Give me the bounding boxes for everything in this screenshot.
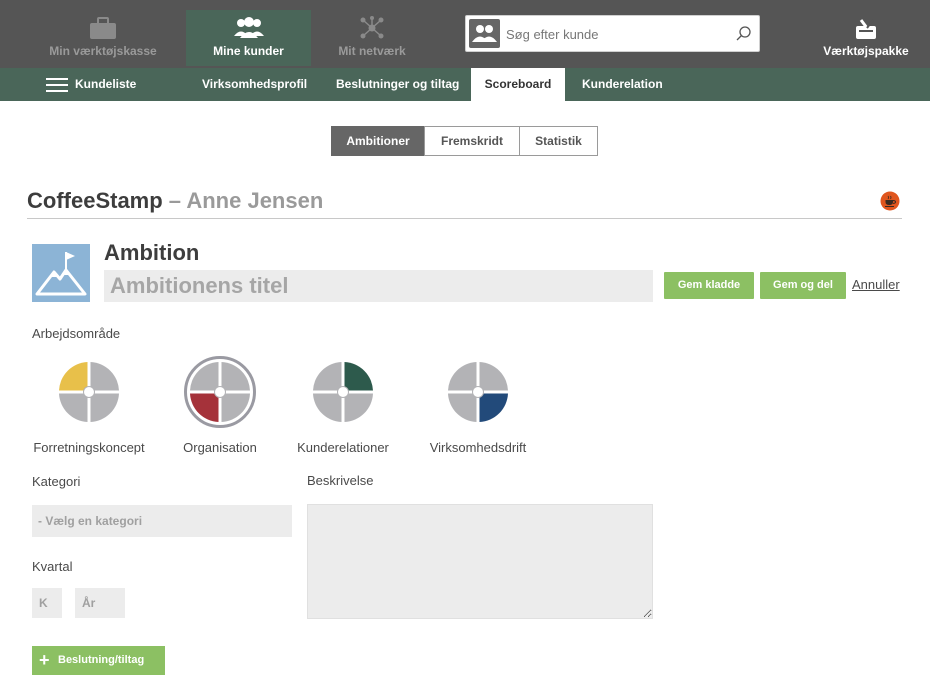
search-icon[interactable] <box>735 25 753 43</box>
work-area-name: Organisation <box>183 440 257 455</box>
customer-sub-navigation: Kundeliste Virksomhedsprofil Beslutninge… <box>0 68 930 101</box>
category-label: Kategori <box>32 474 81 489</box>
work-area-name: Forretningskoncept <box>33 440 145 455</box>
nav-my-toolbox[interactable]: Min værktøjskasse <box>36 10 170 66</box>
save-and-share-button[interactable]: Gem og del <box>760 272 846 299</box>
title-separator: – <box>162 188 187 213</box>
subnav-customer-list[interactable]: Kundeliste <box>46 68 136 101</box>
subnav-customer-list-label: Kundeliste <box>75 77 137 91</box>
tab-progress[interactable]: Fremskridt <box>424 126 520 156</box>
subnav-decisions[interactable]: Beslutninger og tiltag <box>336 68 459 101</box>
add-decision-button[interactable]: + Beslutning/tiltag <box>32 646 165 675</box>
nav-my-customers-label: Mine kunder <box>213 44 284 58</box>
toolkit-icon <box>856 19 876 39</box>
tab-statistics[interactable]: Statistik <box>519 126 598 156</box>
work-area-name: Virksomhedsdrift <box>429 440 527 455</box>
plus-icon: + <box>39 650 50 670</box>
network-icon <box>360 16 384 39</box>
tab-ambitions[interactable]: Ambitioner <box>331 126 425 156</box>
year-input[interactable]: År <box>75 588 125 618</box>
quarter-input[interactable]: K <box>32 588 62 618</box>
subnav-company-profile[interactable]: Virksomhedsprofil <box>202 68 307 101</box>
nav-my-toolbox-label: Min værktøjskasse <box>49 44 157 58</box>
menu-icon <box>46 78 68 92</box>
mountain-flag-icon <box>35 252 87 296</box>
quadrant-wheel-icon <box>313 362 373 422</box>
work-area-option[interactable]: Virksomhedsdrift <box>413 356 543 455</box>
page-title: CoffeeStamp – Anne Jensen <box>27 188 323 214</box>
subnav-scoreboard[interactable]: Scoreboard <box>471 68 565 101</box>
company-name: CoffeeStamp <box>27 188 163 213</box>
nav-my-network[interactable]: Mit netværk <box>322 10 422 66</box>
briefcase-icon <box>90 17 116 39</box>
coffee-cup-icon <box>880 191 900 211</box>
customer-search-box <box>465 15 760 52</box>
toolkit-button[interactable]: Værktøjspakke <box>818 14 914 58</box>
description-label: Beskrivelse <box>307 473 374 488</box>
subnav-customer-relation[interactable]: Kunderelation <box>582 68 663 101</box>
ambition-image-placeholder[interactable] <box>32 244 90 302</box>
nav-my-customers[interactable]: Mine kunder <box>186 10 311 66</box>
work-area-name: Kunderelationer <box>297 440 389 455</box>
people-icon <box>469 19 500 48</box>
title-divider <box>27 218 902 219</box>
quadrant-wheel-icon <box>184 356 256 428</box>
people-icon <box>233 17 264 38</box>
category-select[interactable]: - Vælg en kategori <box>32 505 292 537</box>
add-decision-label: Beslutning/tiltag <box>58 654 145 666</box>
quarter-label: Kvartal <box>32 559 73 574</box>
customer-search-input[interactable] <box>506 24 726 44</box>
contact-person-name: Anne Jensen <box>186 188 324 213</box>
toolkit-label: Værktøjspakke <box>823 44 909 58</box>
work-area-label: Arbejdsområde <box>32 326 121 341</box>
top-navigation-bar: Min værktøjskasse Mine kunder Mit netvær… <box>0 0 930 68</box>
quadrant-wheel-icon <box>59 362 119 422</box>
ambition-title-input[interactable] <box>104 270 653 302</box>
description-textarea[interactable] <box>307 504 653 619</box>
nav-my-network-label: Mit netværk <box>338 44 406 58</box>
work-area-option[interactable]: Kunderelationer <box>278 356 408 455</box>
cancel-link[interactable]: Annuller <box>852 277 900 292</box>
save-draft-button[interactable]: Gem kladde <box>664 272 754 299</box>
ambition-heading: Ambition <box>104 240 200 265</box>
work-area-option[interactable]: Organisation <box>155 356 285 455</box>
work-area-option[interactable]: Forretningskoncept <box>24 356 154 455</box>
quadrant-wheel-icon <box>448 362 508 422</box>
